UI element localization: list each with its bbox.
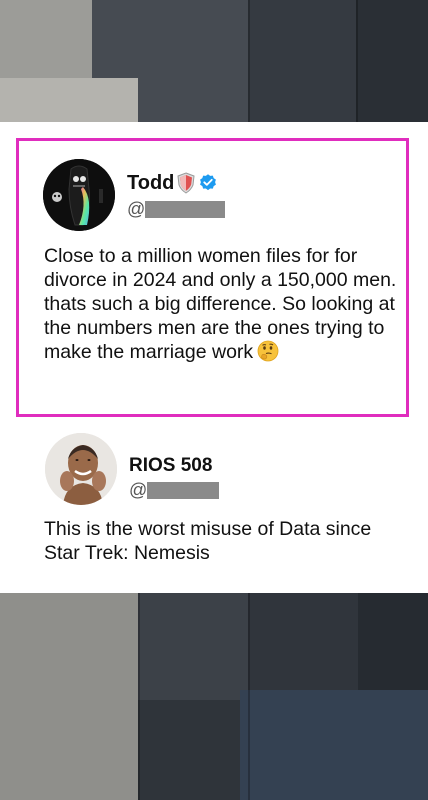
post-card: Todd @ Close to a million women files fo… [0, 122, 428, 593]
display-name[interactable]: RIOS 508 [129, 455, 212, 477]
background-seam [356, 0, 358, 122]
avatar[interactable] [43, 159, 115, 231]
rios-avatar-image [45, 433, 117, 505]
verified-icon [198, 173, 218, 198]
post-text-body: Close to a million women files for for d… [44, 245, 397, 363]
background-panel [356, 0, 428, 122]
shield-icon [177, 172, 195, 199]
todd-avatar-image [43, 159, 115, 231]
redacted-handle [145, 201, 225, 218]
background-panel [248, 0, 356, 122]
avatar[interactable] [45, 433, 117, 505]
handle[interactable]: @ [127, 199, 145, 220]
thinking-face-icon [257, 340, 279, 368]
background-panel [0, 593, 138, 800]
handle[interactable]: @ [129, 480, 147, 501]
post-text: This is the worst misuse of Data since S… [44, 517, 399, 565]
background-seam [248, 0, 250, 122]
background-panel [0, 78, 138, 122]
post-text: Close to a million women files for for d… [44, 244, 399, 368]
post-text-body: This is the worst misuse of Data since S… [44, 518, 372, 564]
display-name[interactable]: Todd [127, 172, 174, 195]
background-seam [248, 593, 250, 800]
background-panel [138, 700, 240, 800]
background-panel [240, 690, 428, 800]
background-seam [138, 593, 140, 800]
redacted-handle [147, 482, 219, 499]
